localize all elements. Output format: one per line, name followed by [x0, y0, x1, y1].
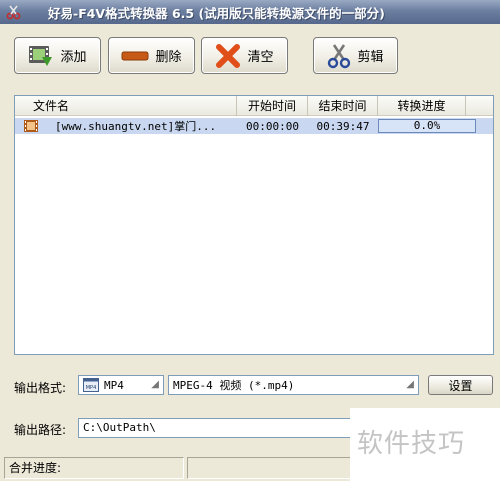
column-header-end-time[interactable]: 结束时间 [308, 96, 378, 116]
format-description-value: MPEG-4 视频 (*.mp4) [173, 379, 295, 392]
row-progress: 0.0% [378, 119, 476, 133]
status-pane-secondary [187, 457, 357, 479]
window-title: 好易-F4V格式转换器 6.5 (试用版只能转换源文件的一部分) [48, 5, 385, 21]
output-path-input[interactable]: C:\OutPath\ [78, 418, 368, 438]
table-row[interactable]: [www.shuangtv.net]掌门... 00:00:00 00:39:4… [15, 118, 493, 134]
title-bar[interactable]: 好易-F4V格式转换器 6.5 (试用版只能转换源文件的一部分) [0, 0, 500, 24]
svg-text:MP4: MP4 [86, 385, 97, 391]
column-header-progress[interactable]: 转换进度 [378, 96, 466, 116]
watermark-text: 软件技巧 [357, 429, 466, 459]
dropdown-arrow-icon[interactable]: ◢ [406, 379, 414, 390]
mp4-icon: MP4 [83, 378, 99, 392]
column-header-start-time[interactable]: 开始时间 [237, 96, 308, 116]
row-start-time: 00:00:00 [246, 119, 299, 133]
output-path-label: 输出路径: [14, 423, 67, 437]
x-icon [216, 43, 241, 68]
row-filename: [www.shuangtv.net]掌门... [55, 120, 217, 133]
delete-button[interactable]: 删除 [108, 37, 195, 74]
file-list[interactable]: 文件名 开始时间 结束时间 转换进度 [www.shuangtv.net]掌门.… [14, 95, 494, 355]
cut-button-label: 剪辑 [357, 50, 384, 65]
delete-button-label: 删除 [155, 50, 182, 65]
format-select[interactable]: MP4 MP4 ◢ [78, 375, 164, 395]
minus-bar-icon [121, 51, 149, 60]
merge-progress-pane: 合并进度: [4, 457, 184, 479]
format-description-select[interactable]: MPEG-4 视频 (*.mp4) ◢ [168, 375, 419, 395]
add-button[interactable]: 添加 [14, 37, 101, 74]
cut-button[interactable]: 剪辑 [313, 37, 398, 74]
list-header: 文件名 开始时间 结束时间 转换进度 [15, 96, 493, 116]
clear-button[interactable]: 清空 [201, 37, 288, 74]
format-select-value: MP4 [104, 378, 124, 392]
film-icon [15, 120, 45, 132]
dropdown-arrow-icon[interactable]: ◢ [151, 379, 159, 390]
add-button-label: 添加 [60, 50, 87, 65]
row-end-time: 00:39:47 [316, 119, 370, 133]
merge-progress-label: 合并进度: [9, 461, 62, 475]
film-add-icon [29, 45, 53, 66]
scissors-icon [6, 5, 21, 20]
settings-button[interactable]: 设置 [428, 375, 493, 395]
clear-button-label: 清空 [247, 50, 274, 65]
column-header-filename[interactable]: 文件名 [15, 96, 237, 116]
scissors-icon [328, 43, 351, 68]
output-format-label: 输出格式: [14, 381, 67, 395]
